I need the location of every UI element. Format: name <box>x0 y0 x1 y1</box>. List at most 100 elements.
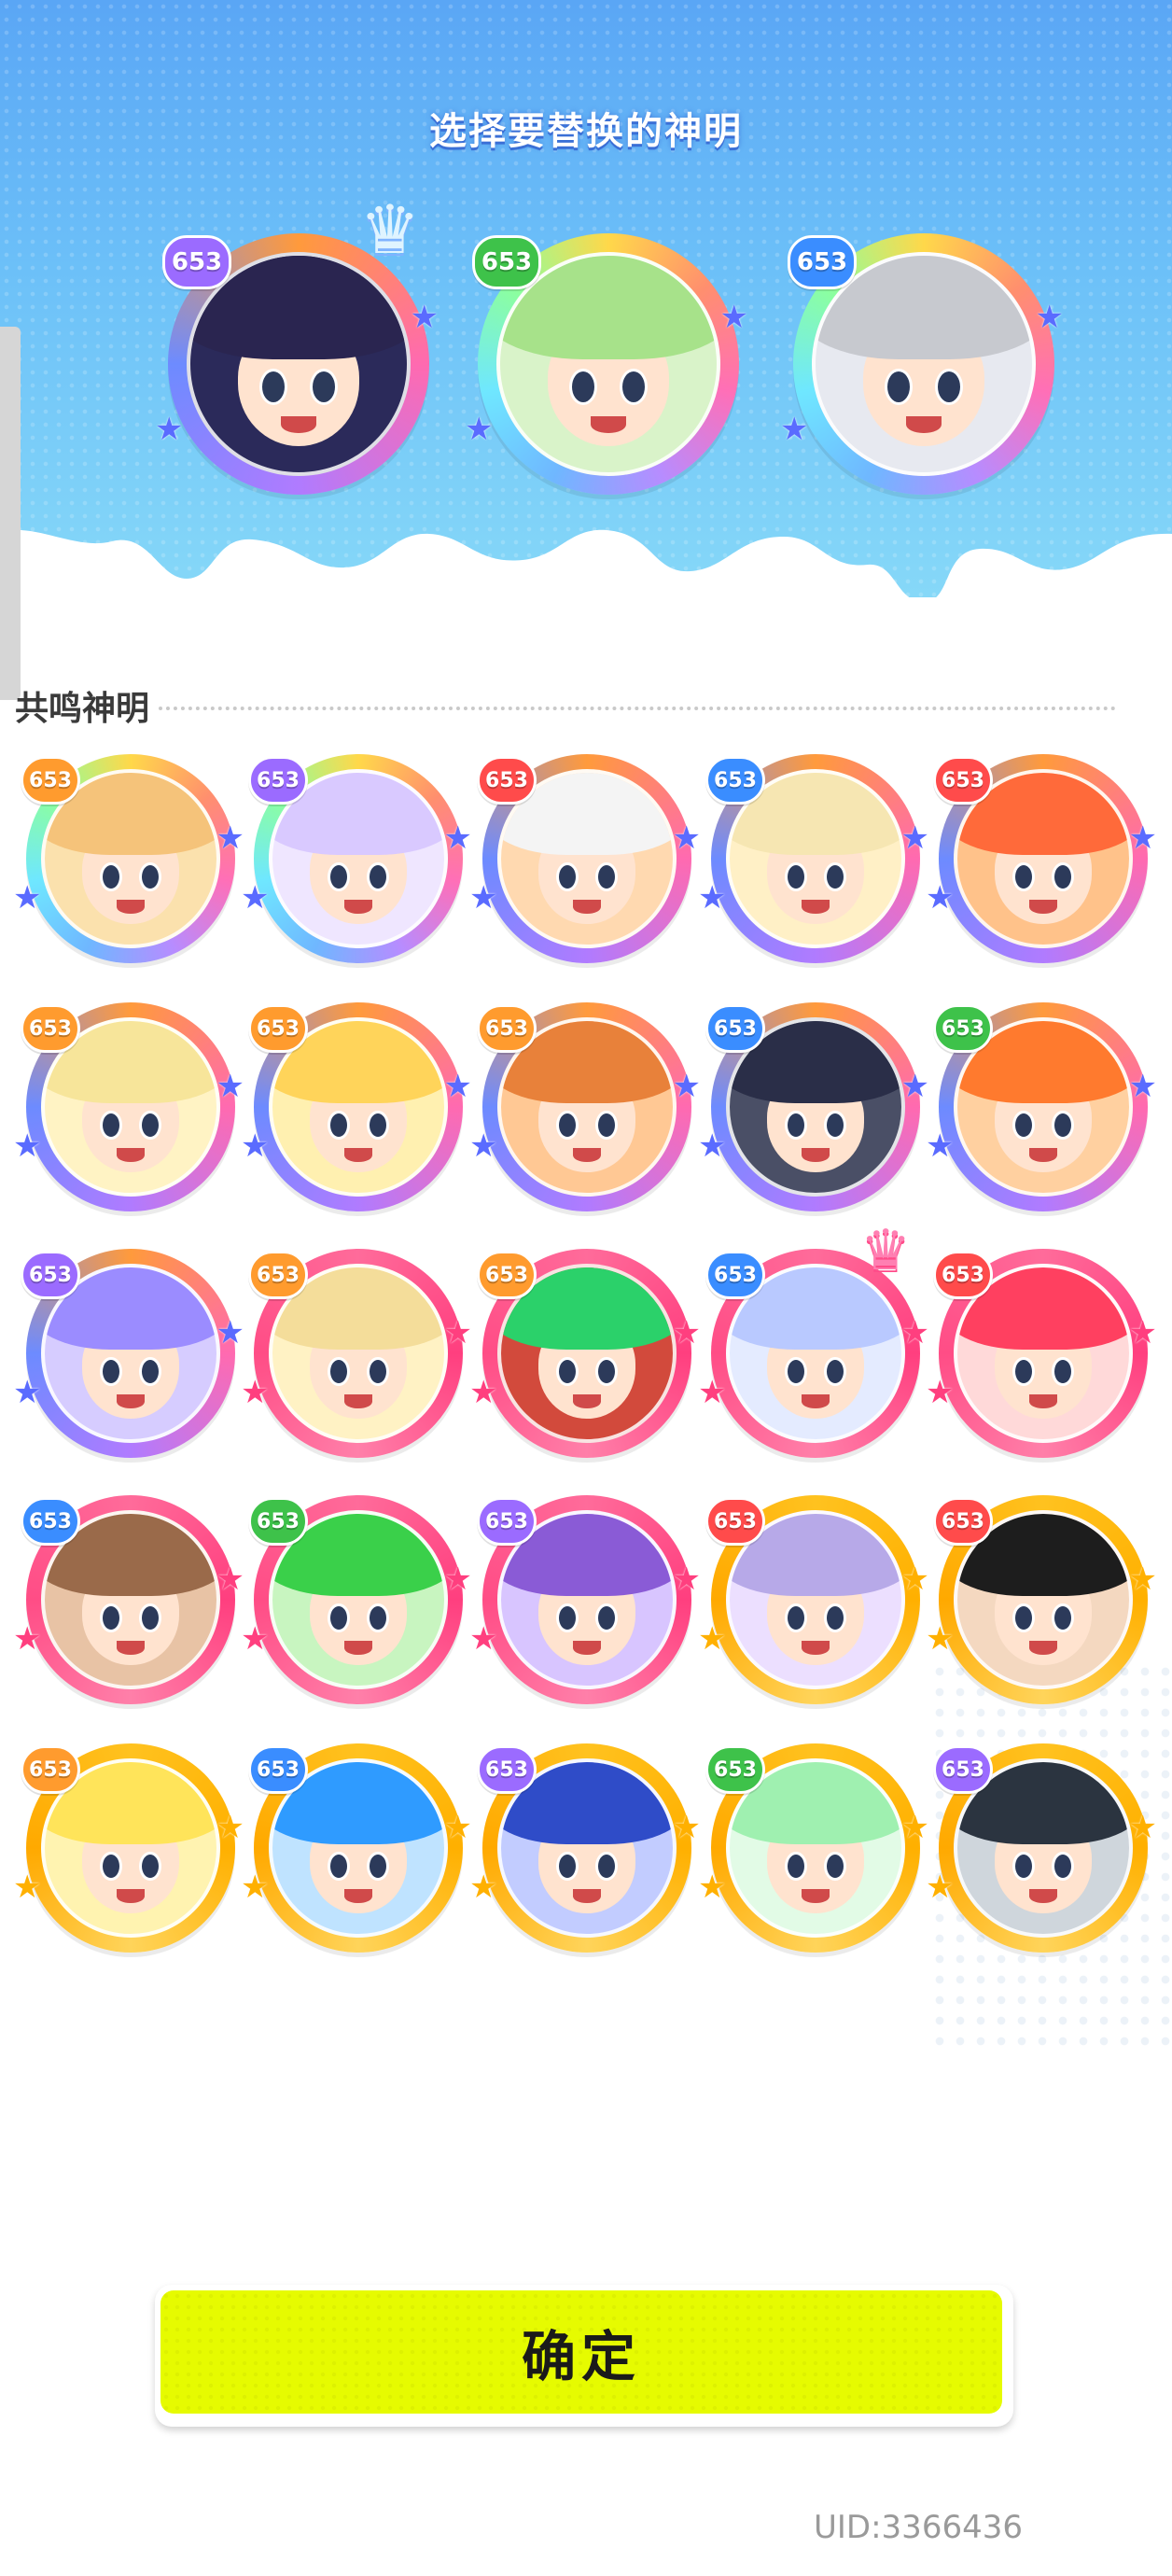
star-icon: ★ <box>926 879 955 917</box>
star-icon: ★ <box>672 1809 701 1846</box>
portrait-mouth <box>281 415 316 434</box>
portrait-eye <box>139 1356 162 1386</box>
portrait-mouth <box>802 1641 830 1655</box>
portrait-eye <box>595 861 619 891</box>
portrait-eye <box>99 1851 122 1881</box>
star-icon: ★ <box>216 1314 244 1351</box>
portrait-mouth <box>344 1394 372 1408</box>
star-icon: ★ <box>410 299 439 336</box>
level-badge: 653 <box>21 1745 80 1794</box>
portrait-eye <box>784 1603 807 1632</box>
resonance-god-avatar[interactable]: 653 ★ ★ <box>13 1002 244 1211</box>
star-icon: ★ <box>469 879 498 917</box>
portrait-eye <box>1052 1356 1075 1386</box>
portrait-eye <box>824 1110 847 1140</box>
resonance-god-avatar[interactable]: 653 ★ ★ <box>469 754 701 963</box>
portrait-mouth <box>117 1148 145 1162</box>
level-badge: 653 <box>21 756 80 805</box>
portrait-eye <box>327 1356 350 1386</box>
resonance-god-avatar[interactable]: 653 ★ ★ <box>698 1002 929 1211</box>
resonance-god-avatar[interactable]: 653 ★ ★ <box>241 1495 472 1704</box>
star-icon: ★ <box>155 411 184 448</box>
portrait-eye <box>595 1356 619 1386</box>
portrait-mouth <box>1029 1641 1057 1655</box>
portrait-mouth <box>1029 1148 1057 1162</box>
portrait-eye <box>367 1603 390 1632</box>
portrait-eye <box>555 1603 579 1632</box>
resonance-god-avatar[interactable]: 653 ★ ★ <box>698 1495 929 1704</box>
level-badge: 653 <box>933 756 993 805</box>
portrait-eye <box>1052 861 1075 891</box>
level-badge: 653 <box>933 1004 993 1053</box>
portrait-eye <box>1052 1851 1075 1881</box>
portrait-mouth <box>1029 1889 1057 1903</box>
portrait-mouth <box>573 900 601 914</box>
resonance-god-avatar[interactable]: 653 ★ ★ <box>13 1249 244 1458</box>
portrait-eye <box>1012 1110 1035 1140</box>
portrait-eye <box>784 861 807 891</box>
level-badge: 653 <box>933 1745 993 1794</box>
resonance-god-avatar[interactable]: 653 ★ ★ ♛ <box>698 1218 929 1458</box>
portrait-eye <box>99 861 122 891</box>
portrait-eye <box>139 1110 162 1140</box>
resonance-god-avatar[interactable]: 653 ★ ★ <box>926 1002 1157 1211</box>
resonance-god-avatar[interactable]: 653 ★ ★ <box>926 1743 1157 1953</box>
confirm-button[interactable]: 确定 <box>155 2285 1013 2427</box>
resonance-god-avatar[interactable]: 653 ★ ★ <box>469 1249 701 1458</box>
level-badge: 653 <box>477 1004 537 1053</box>
portrait-eye <box>555 861 579 891</box>
star-icon: ★ <box>926 1374 955 1411</box>
resonance-god-avatar[interactable]: 653 ★ ★ <box>926 1249 1157 1458</box>
star-icon: ★ <box>926 1869 955 1906</box>
level-badge: 653 <box>933 1497 993 1546</box>
star-icon: ★ <box>698 1127 727 1165</box>
portrait-eye <box>1052 1603 1075 1632</box>
resonance-god-avatar[interactable]: 653 ★ ★ <box>926 754 1157 963</box>
portrait-mouth <box>117 1889 145 1903</box>
star-icon: ★ <box>698 879 727 917</box>
star-icon: ★ <box>672 819 701 857</box>
level-badge: 653 <box>21 1004 80 1053</box>
star-icon: ★ <box>900 1561 929 1598</box>
star-icon: ★ <box>13 1869 42 1906</box>
star-icon: ★ <box>780 411 809 448</box>
star-icon: ★ <box>216 1809 244 1846</box>
level-badge: 653 <box>477 1497 537 1546</box>
star-icon: ★ <box>13 1374 42 1411</box>
resonance-god-avatar[interactable]: 653 ★ ★ <box>926 1495 1157 1704</box>
portrait-eye <box>1012 861 1035 891</box>
portrait-mouth <box>344 900 372 914</box>
resonance-god-avatar[interactable]: 653 ★ ★ <box>469 1743 701 1953</box>
resonance-god-avatar[interactable]: 653 ★ ★ <box>13 1743 244 1953</box>
section-title: 共鸣神明 <box>15 690 150 728</box>
star-icon: ★ <box>672 1314 701 1351</box>
section-divider <box>159 707 1116 710</box>
portrait-eye <box>1012 1851 1035 1881</box>
portrait-mouth <box>117 1394 145 1408</box>
portrait-mouth <box>344 1641 372 1655</box>
selected-god-avatar[interactable]: 653 ★ ★ <box>465 233 748 495</box>
star-icon: ★ <box>241 879 270 917</box>
resonance-god-avatar[interactable]: 653 ★ ★ <box>13 1495 244 1704</box>
resonance-god-avatar[interactable]: 653 ★ ★ <box>241 1743 472 1953</box>
resonance-god-avatar[interactable]: 653 ★ ★ <box>241 754 472 963</box>
selected-god-avatar[interactable]: 653 ★ ★ ♛ <box>155 196 439 495</box>
selected-god-avatar[interactable]: 653 ★ ★ <box>780 233 1064 495</box>
resonance-god-avatar[interactable]: 653 ★ ★ <box>241 1002 472 1211</box>
side-drawer-handle[interactable] <box>0 327 21 700</box>
star-icon: ★ <box>698 1374 727 1411</box>
resonance-god-avatar[interactable]: 653 ★ ★ <box>469 1002 701 1211</box>
star-icon: ★ <box>900 1809 929 1846</box>
resonance-god-avatar[interactable]: 653 ★ ★ <box>698 1743 929 1953</box>
level-badge: 653 <box>21 1251 80 1299</box>
portrait-eye <box>99 1110 122 1140</box>
resonance-god-avatar[interactable]: 653 ★ ★ <box>241 1249 472 1458</box>
confirm-button-face: 确定 <box>160 2290 1002 2414</box>
resonance-god-avatar[interactable]: 653 ★ ★ <box>13 754 244 963</box>
resonance-god-avatar[interactable]: 653 ★ ★ <box>698 754 929 963</box>
resonance-god-avatar[interactable]: 653 ★ ★ <box>469 1495 701 1704</box>
star-icon: ★ <box>241 1869 270 1906</box>
portrait-eye <box>327 1603 350 1632</box>
portrait-eye <box>367 1110 390 1140</box>
portrait-eye <box>139 1603 162 1632</box>
